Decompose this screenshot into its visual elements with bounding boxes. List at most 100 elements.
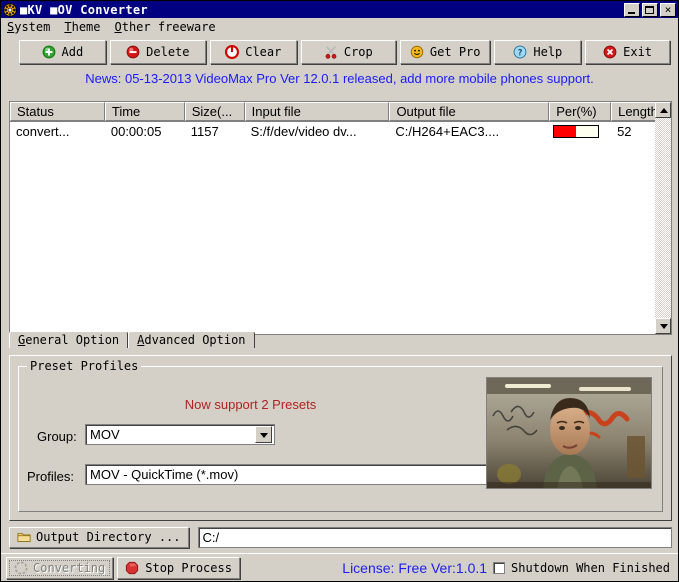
close-icon: × [664, 2, 672, 16]
menu-other-freeware[interactable]: Other freeware [115, 20, 216, 34]
cell-percent [549, 125, 611, 138]
column-header-status[interactable]: Status [10, 102, 105, 121]
menu-theme-label: heme [71, 20, 101, 34]
window-title: ■KV ■OV Converter [20, 2, 148, 17]
output-directory-row: Output Directory ... C:/ [9, 525, 672, 549]
output-directory-button-label: Output Directory ... [36, 530, 181, 544]
preset-note: Now support 2 Presets [184, 397, 317, 412]
window-controls: × [624, 2, 677, 17]
progress-bar [553, 125, 600, 138]
stop-process-button-label: Stop Process [145, 560, 232, 575]
status-bar: Converting Stop Process License: Free Ve… [1, 553, 678, 581]
shutdown-when-finished-label: Shutdown When Finished [511, 560, 670, 575]
profiles-select-value: MOV - QuickTime (*.mov) [90, 467, 239, 482]
chevron-up-icon [660, 108, 668, 113]
add-green-plus-icon [42, 45, 55, 59]
cell-output-file: C:/H264+EAC3.... [395, 124, 500, 139]
clear-button-label: Clear [245, 45, 282, 59]
menu-system[interactable]: System [7, 20, 50, 34]
delete-button-label: Delete [146, 45, 190, 59]
tab-general-option[interactable]: General Option [9, 331, 129, 348]
column-header-input-file[interactable]: Input file [244, 102, 390, 121]
menu-other-mnemonic: O [114, 20, 122, 34]
cell-status: convert... [16, 124, 70, 139]
menu-system-label: ystem [14, 20, 51, 34]
help-question-icon: ? [513, 45, 527, 59]
column-header-percent[interactable]: Per(%) [549, 102, 612, 121]
clear-red-circle-icon [225, 45, 240, 59]
column-header-size[interactable]: Size(... [184, 102, 245, 121]
svg-text:?: ? [518, 49, 523, 59]
shutdown-when-finished-checkbox[interactable] [493, 561, 506, 574]
get-pro-button-label: Get Pro [429, 45, 481, 59]
status-bar-left: Converting Stop Process [1, 556, 240, 579]
menu-theme-mnemonic: T [64, 20, 72, 34]
crop-button[interactable]: Crop [300, 40, 396, 64]
conversion-file-list: Status Time Size(... Input file Output f… [9, 101, 672, 335]
option-tabs: General Option Advanced Option [9, 331, 672, 348]
exit-button[interactable]: Exit [585, 40, 670, 64]
scrollbar-track[interactable] [655, 118, 671, 318]
tab-advanced-label: dvanced Option [144, 333, 246, 347]
profiles-select[interactable]: MOV - QuickTime (*.mov) [85, 464, 513, 485]
list-body: convert... 00:00:05 1157 S:/f/dev/video … [10, 122, 671, 334]
tab-advanced-mnemonic: A [137, 333, 145, 347]
column-header-time[interactable]: Time [104, 102, 185, 121]
general-option-panel: Preset Profiles Now support 2 Presets Gr… [9, 355, 672, 521]
thumbnail-image [487, 378, 651, 488]
status-bar-right: License: Free Ver:1.0.1 Shutdown When Fi… [342, 560, 678, 576]
profiles-label: Profiles: [27, 469, 74, 484]
column-header-output-file[interactable]: Output file [389, 102, 550, 121]
output-path-input[interactable]: C:/ [197, 526, 672, 548]
video-preview-thumbnail [486, 377, 652, 489]
get-pro-smiley-icon [410, 45, 424, 59]
preset-profiles-group: Preset Profiles Now support 2 Presets Gr… [18, 359, 663, 512]
menu-theme[interactable]: Theme [64, 20, 100, 34]
cell-input-file: S:/f/dev/video dv... [250, 124, 357, 139]
exit-red-x-icon [603, 45, 617, 59]
menu-other-label: ther freeware [121, 20, 216, 34]
crop-scissors-icon [325, 46, 337, 59]
tab-advanced-option[interactable]: Advanced Option [128, 331, 255, 348]
group-select[interactable]: MOV [85, 424, 275, 445]
menu-bar: System Theme Other freeware [1, 18, 678, 36]
add-button-label: Add [61, 45, 84, 59]
get-pro-button[interactable]: Get Pro [399, 40, 491, 64]
clear-button[interactable]: Clear [209, 40, 297, 64]
tab-general-label: eneral Option [25, 333, 120, 347]
stop-red-octagon-icon [126, 561, 139, 574]
list-vertical-scrollbar[interactable] [655, 102, 671, 334]
title-bar: ■KV ■OV Converter × [1, 1, 678, 18]
help-button[interactable]: ? Help [494, 40, 582, 64]
news-banner[interactable]: News: 05-13-2013 VideoMax Pro Ver 12.0.1… [1, 66, 678, 90]
minimize-button[interactable] [624, 2, 640, 17]
list-header: Status Time Size(... Input file Output f… [10, 102, 672, 122]
help-button-label: Help [533, 45, 563, 59]
toolbar: Add Delete Clear Crop Get Pro ? Help Exi… [1, 36, 678, 66]
film-reel-icon [3, 2, 17, 17]
preset-profiles-group-title: Preset Profiles [27, 359, 142, 373]
license-text: License: Free Ver:1.0.1 [342, 559, 488, 576]
group-select-value: MOV [90, 427, 120, 442]
tab-general-mnemonic: G [18, 333, 26, 347]
close-button[interactable]: × [660, 2, 676, 17]
crop-button-label: Crop [343, 45, 373, 59]
progress-bar-fill [554, 126, 577, 137]
scroll-down-button[interactable] [655, 318, 671, 334]
table-row[interactable]: convert... 00:00:05 1157 S:/f/dev/video … [10, 122, 671, 141]
exit-button-label: Exit [623, 45, 653, 59]
maximize-button[interactable] [642, 2, 658, 17]
add-button[interactable]: Add [19, 40, 106, 64]
application-window: ■KV ■OV Converter × System Theme Other f… [0, 0, 679, 582]
stop-process-button[interactable]: Stop Process [117, 556, 240, 579]
scroll-up-button[interactable] [655, 102, 671, 118]
output-directory-button[interactable]: Output Directory ... [9, 526, 189, 548]
delete-red-minus-icon [126, 45, 140, 59]
cell-time: 00:00:05 [110, 124, 162, 139]
converting-button: Converting [6, 556, 114, 579]
cell-size: 1157 [190, 124, 219, 139]
folder-icon [17, 533, 31, 542]
group-label: Group: [37, 429, 77, 444]
chevron-down-icon[interactable] [255, 426, 272, 443]
delete-button[interactable]: Delete [109, 40, 206, 64]
